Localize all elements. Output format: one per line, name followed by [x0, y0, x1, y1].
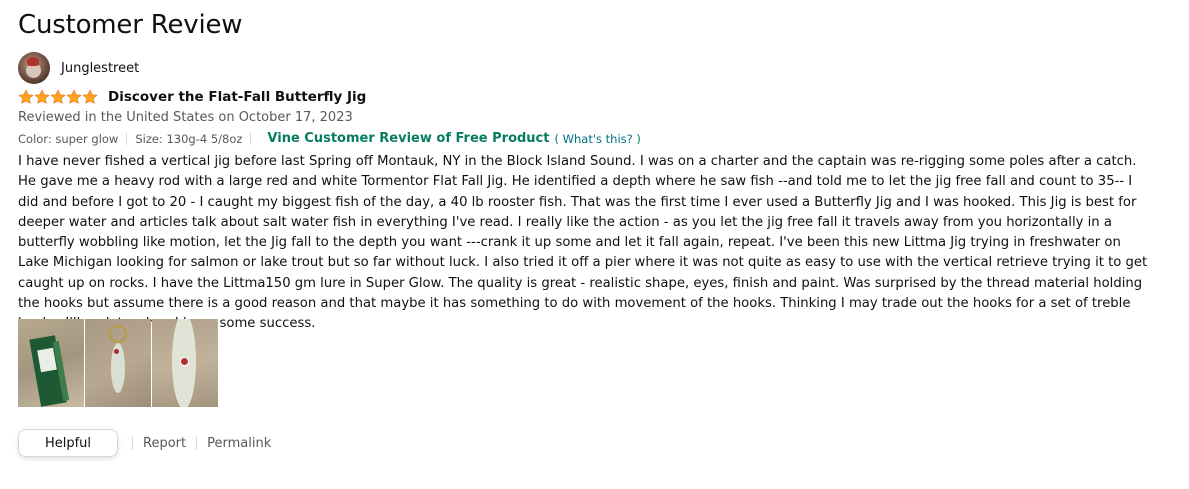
review-images [18, 319, 218, 407]
review-image-thumbnail[interactable] [18, 319, 84, 407]
divider [126, 132, 128, 145]
review-date: Reviewed in the United States on October… [18, 110, 353, 125]
star-icon [50, 89, 66, 104]
report-link[interactable]: Report [143, 436, 186, 451]
whats-this: ( What's this? ) [554, 132, 640, 146]
page-title: Customer Review [18, 10, 243, 40]
divider [132, 436, 133, 450]
permalink-link[interactable]: Permalink [207, 436, 271, 451]
star-icon [18, 89, 34, 104]
review-actions: Helpful Report Permalink [18, 429, 271, 457]
whats-this-link[interactable]: What's this? [563, 132, 633, 146]
review-meta: Color: super glow Size: 130g-4 5/8oz Vin… [18, 131, 641, 146]
helpful-button[interactable]: Helpful [18, 429, 118, 457]
review-body: I have never fished a vertical jig befor… [18, 154, 1148, 332]
review-image-thumbnail[interactable] [152, 319, 218, 407]
divider [250, 132, 252, 145]
star-icon [66, 89, 82, 104]
rating-row: Discover the Flat-Fall Butterfly Jig [18, 89, 366, 105]
divider [196, 436, 198, 450]
author-name[interactable]: Junglestreet [61, 61, 139, 76]
vine-badge: Vine Customer Review of Free Product [267, 131, 550, 146]
star-rating[interactable] [18, 89, 98, 105]
variant-color: Color: super glow [18, 131, 119, 146]
variant-size: Size: 130g-4 5/8oz [135, 131, 243, 146]
avatar[interactable] [18, 52, 50, 84]
whats-this-open: ( [554, 131, 559, 146]
whats-this-close: ) [636, 131, 641, 146]
review-image-thumbnail[interactable] [85, 319, 151, 407]
review-title[interactable]: Discover the Flat-Fall Butterfly Jig [108, 89, 366, 105]
review-author[interactable]: Junglestreet [18, 52, 139, 84]
star-icon [82, 89, 98, 104]
star-icon [34, 89, 50, 104]
